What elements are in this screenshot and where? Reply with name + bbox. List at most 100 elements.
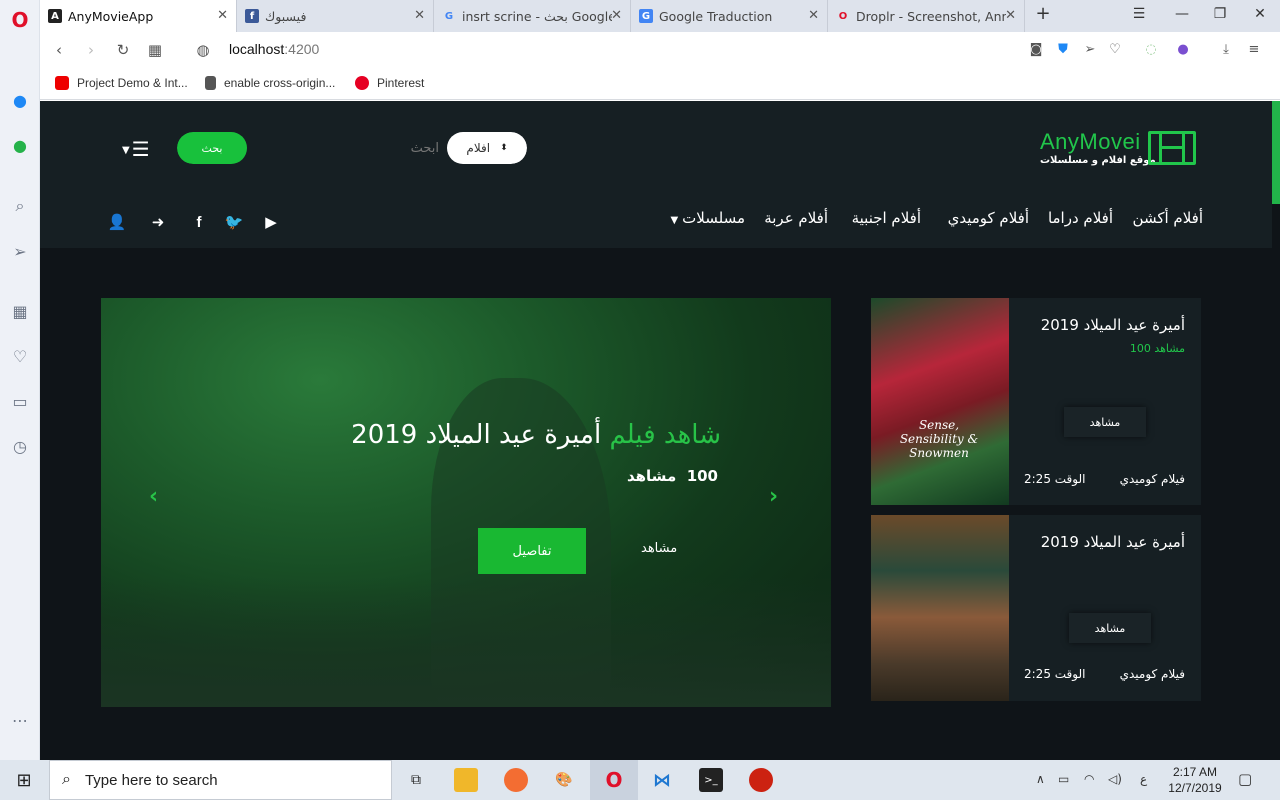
search-icon[interactable]: ⌕ xyxy=(8,194,32,218)
next-arrow-icon[interactable]: › xyxy=(769,484,778,509)
bookmark-project-demo[interactable]: Project Demo & Int... xyxy=(55,76,188,90)
twitter-icon[interactable]: 🐦 xyxy=(223,211,245,233)
camera-icon[interactable]: ◙ xyxy=(1028,42,1044,58)
grid-icon[interactable]: ▦ xyxy=(8,299,32,323)
bookmark-pinterest[interactable]: Pinterest xyxy=(355,76,424,90)
search-button[interactable]: بحث xyxy=(177,132,247,164)
postman-icon[interactable] xyxy=(504,768,528,792)
movie-poster[interactable] xyxy=(871,515,1009,701)
terminal-icon[interactable]: >_ xyxy=(699,768,723,792)
sign-in-icon[interactable]: ➜ xyxy=(147,211,169,233)
send-icon[interactable]: ➢ xyxy=(1082,42,1098,58)
restore-icon[interactable]: ❐ xyxy=(1210,6,1230,22)
card-title[interactable]: أميرة عيد الميلاد 2019 xyxy=(1041,316,1185,334)
tab-google[interactable]: G insrt scrine - بحث Google ✕ xyxy=(434,0,631,32)
details-button[interactable]: تفاصيل xyxy=(478,528,586,574)
tray-chevron-icon[interactable]: ∧ xyxy=(1036,772,1045,786)
movie-card[interactable]: Sense, Sensibility & Snowmen أميرة عيد ا… xyxy=(871,298,1201,505)
paint-icon[interactable]: 🎨 xyxy=(552,768,576,792)
facebook-icon[interactable]: f xyxy=(188,211,210,233)
menu-toggle[interactable]: ▼ ☰ xyxy=(122,137,150,161)
file-icon xyxy=(205,76,216,90)
google-icon: G xyxy=(444,10,454,22)
close-icon[interactable]: ✕ xyxy=(808,8,819,23)
category-select[interactable]: افلام ⬍ xyxy=(447,132,527,164)
app-red-icon[interactable] xyxy=(749,768,773,792)
nav-series[interactable]: ▼ مسلسلات xyxy=(670,209,745,227)
scroll-thumb[interactable] xyxy=(1272,101,1280,204)
close-window-icon[interactable]: ✕ xyxy=(1250,6,1270,22)
download-icon[interactable]: ⤓ xyxy=(1218,42,1234,58)
tab-anymovieapp[interactable]: A AnyMovieApp ✕ xyxy=(40,0,237,32)
heart-icon[interactable]: ♡ xyxy=(1107,42,1123,58)
tab-translate[interactable]: G Google Traduction ✕ xyxy=(631,0,828,32)
messenger-icon[interactable]: ● xyxy=(8,88,32,112)
globe-icon: ◍ xyxy=(196,41,210,59)
shield-icon[interactable]: ⛊ xyxy=(1055,42,1071,58)
hero-title-prefix: شاهد فيلم xyxy=(609,420,721,450)
taskbar-search[interactable]: ⌕ Type here to search xyxy=(49,760,392,800)
more-icon[interactable]: ⋯ xyxy=(8,708,32,732)
reload-icon[interactable]: ↻ xyxy=(114,41,132,59)
bookmark-cross-origin[interactable]: enable cross-origin... xyxy=(205,76,335,90)
page-scrollbar[interactable] xyxy=(1272,101,1280,760)
nav-comedy[interactable]: أفلام كوميدي xyxy=(948,209,1029,227)
forward-icon[interactable]: › xyxy=(82,41,100,59)
wifi-icon[interactable]: ◠ xyxy=(1084,772,1094,786)
file-explorer-icon[interactable] xyxy=(454,768,478,792)
close-icon[interactable]: ✕ xyxy=(217,8,228,23)
url-field[interactable]: localhost:4200 xyxy=(229,41,319,57)
windows-taskbar: ⊞ ⌕ Type here to search ⧉ 🎨 O ⋈ >_ ∧ ▭ ◠… xyxy=(0,760,1280,800)
windows-start-icon[interactable]: ⊞ xyxy=(12,768,36,792)
hero-views-count: 100 xyxy=(686,467,718,485)
close-icon[interactable]: ✕ xyxy=(1005,8,1016,23)
new-tab-icon[interactable]: + xyxy=(1033,3,1053,24)
easy-setup-icon[interactable]: ≡ xyxy=(1246,42,1262,58)
poster-title: Sense, Sensibility & Snowmen xyxy=(899,418,979,460)
nav-drama[interactable]: أفلام دراما xyxy=(1048,209,1113,227)
back-icon[interactable]: ‹ xyxy=(50,41,68,59)
site-logo-name[interactable]: AnyMovei xyxy=(1040,129,1141,155)
notifications-icon[interactable]: ▢ xyxy=(1238,770,1252,788)
task-view-icon[interactable]: ⧉ xyxy=(404,768,428,792)
heart-icon[interactable]: ♡ xyxy=(8,344,32,368)
tabs-grid-icon[interactable]: ▦ xyxy=(146,41,164,59)
search-input[interactable] xyxy=(247,132,447,164)
nav-action[interactable]: أفلام أكشن xyxy=(1133,209,1203,227)
tab-droplr[interactable]: O Droplr - Screenshot, Annot ✕ xyxy=(828,0,1025,32)
taskbar-clock[interactable]: 2:17 AM 12/7/2019 xyxy=(1168,764,1222,796)
nav-arabic[interactable]: أفلام عربة xyxy=(764,209,828,227)
card-title[interactable]: أميرة عيد الميلاد 2019 xyxy=(1041,533,1185,551)
bookmark-label: enable cross-origin... xyxy=(224,76,336,90)
volume-icon[interactable]: ◁) xyxy=(1108,772,1122,786)
nav-foreign[interactable]: أفلام اجنبية xyxy=(852,209,921,227)
tab-facebook[interactable]: f فيسبوك ✕ xyxy=(237,0,434,32)
minimize-icon[interactable]: — xyxy=(1172,6,1192,22)
hero-title: شاهد فيلم أميرة عيد الميلاد 2019 xyxy=(351,420,721,450)
hero-watch-link[interactable]: مشاهد xyxy=(641,541,677,556)
youtube-icon[interactable]: ▶ xyxy=(260,211,282,233)
card-time: الوقت 2:25 xyxy=(1024,472,1086,486)
vscode-icon[interactable]: ⋈ xyxy=(650,768,674,792)
profile-icon[interactable]: ● xyxy=(1175,42,1191,58)
battery-icon[interactable]: ▭ xyxy=(1058,772,1069,786)
send-icon[interactable]: ➢ xyxy=(8,239,32,263)
opera-logo-icon[interactable]: O xyxy=(8,8,32,32)
movie-poster[interactable]: Sense, Sensibility & Snowmen xyxy=(871,298,1009,505)
tab-menu-icon[interactable]: ☰ xyxy=(1129,6,1149,22)
news-icon[interactable]: ▭ xyxy=(8,389,32,413)
prev-arrow-icon[interactable]: ‹ xyxy=(149,484,158,509)
close-icon[interactable]: ✕ xyxy=(414,8,425,23)
language-indicator[interactable]: ع xyxy=(1140,772,1147,786)
card-watch-button[interactable]: مشاهد xyxy=(1064,407,1146,437)
history-icon[interactable]: ◷ xyxy=(8,434,32,458)
film-strip-icon[interactable] xyxy=(1148,131,1196,165)
movie-card[interactable]: أميرة عيد الميلاد 2019 مشاهد فيلام كوميد… xyxy=(871,515,1201,701)
extension-icon[interactable]: ◌ xyxy=(1143,42,1159,58)
opera-taskbar-icon[interactable]: O xyxy=(602,768,626,792)
add-user-icon[interactable]: 👤 xyxy=(106,211,128,233)
whatsapp-icon[interactable]: ● xyxy=(8,133,32,157)
hero-views-label: مشاهد xyxy=(626,467,677,485)
close-icon[interactable]: ✕ xyxy=(611,8,622,23)
card-watch-button[interactable]: مشاهد xyxy=(1069,613,1151,643)
